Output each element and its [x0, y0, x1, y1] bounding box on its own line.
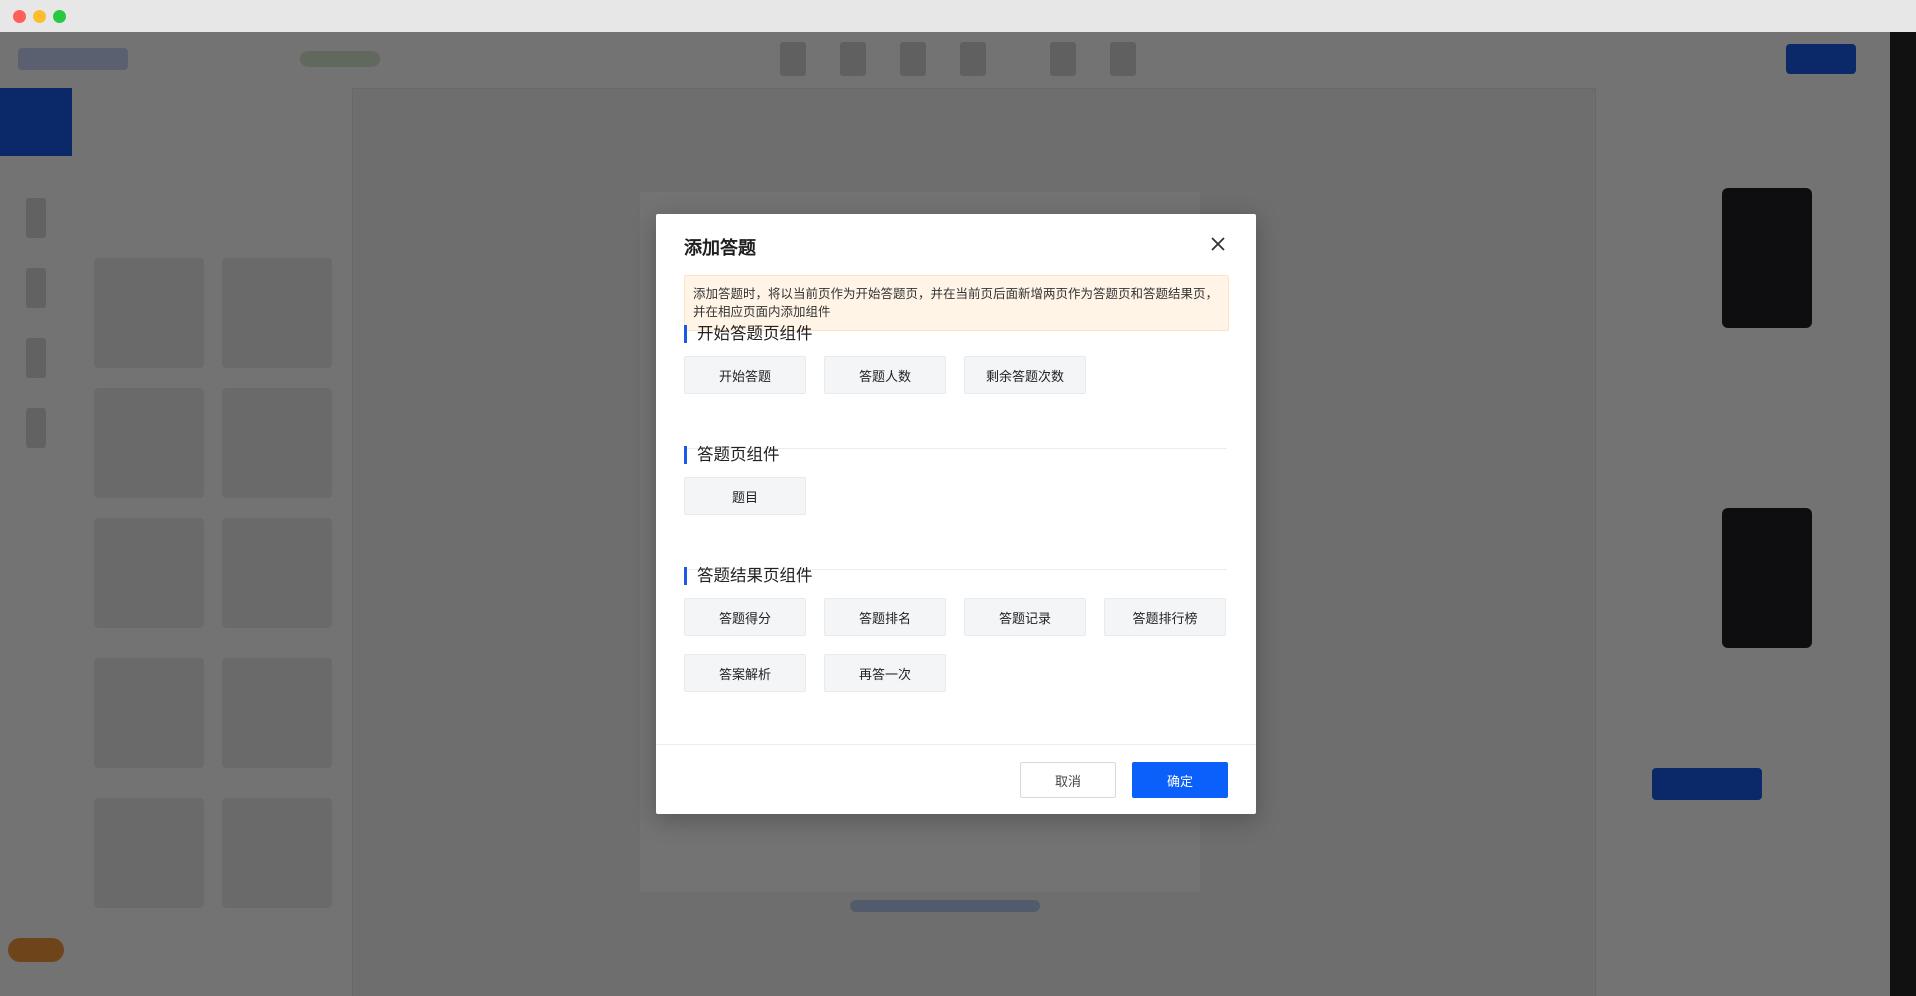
confirm-button[interactable]: 确定	[1132, 762, 1228, 798]
component-remaining-attempts[interactable]: 剩余答题次数	[964, 356, 1086, 394]
component-start-quiz[interactable]: 开始答题	[684, 356, 806, 394]
cancel-button[interactable]: 取消	[1020, 762, 1116, 798]
window-minimize-dot[interactable]	[33, 10, 46, 23]
notice-banner: 添加答题时，将以当前页作为开始答题页，并在当前页后面新增两页作为答题页和答题结果…	[684, 275, 1229, 331]
section-title-start: 开始答题页组件	[684, 325, 813, 343]
section-title-result-page: 答题结果页组件	[684, 567, 813, 585]
dialog-footer-divider	[656, 744, 1256, 745]
component-retry[interactable]: 再答一次	[824, 654, 946, 692]
dialog-title: 添加答题	[684, 238, 756, 259]
window-close-dot[interactable]	[13, 10, 26, 23]
add-quiz-dialog: 添加答题 添加答题时，将以当前页作为开始答题页，并在当前页后面新增两页作为答题页…	[656, 214, 1256, 814]
close-icon	[1211, 237, 1225, 251]
component-participant-count[interactable]: 答题人数	[824, 356, 946, 394]
component-quiz-score[interactable]: 答题得分	[684, 598, 806, 636]
component-question[interactable]: 题目	[684, 477, 806, 515]
close-button[interactable]	[1206, 232, 1230, 256]
section-title-question-page: 答题页组件	[684, 446, 780, 464]
component-quiz-record[interactable]: 答题记录	[964, 598, 1086, 636]
component-leaderboard[interactable]: 答题排行榜	[1104, 598, 1226, 636]
window-zoom-dot[interactable]	[53, 10, 66, 23]
component-answer-analysis[interactable]: 答案解析	[684, 654, 806, 692]
component-quiz-rank[interactable]: 答题排名	[824, 598, 946, 636]
window-edge	[1890, 32, 1916, 996]
window-titlebar	[0, 0, 1916, 32]
